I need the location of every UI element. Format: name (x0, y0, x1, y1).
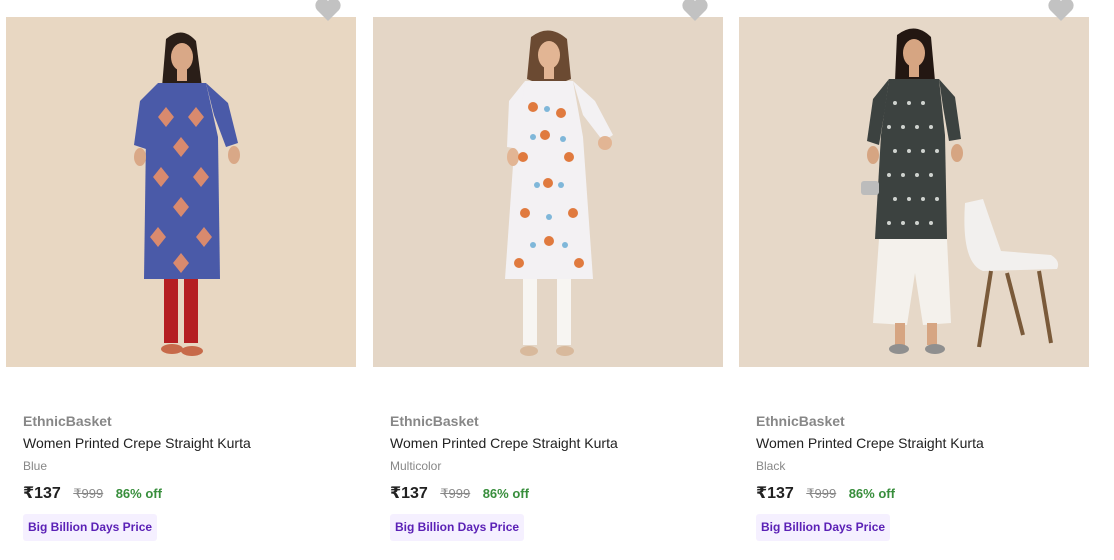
product-card[interactable]: EthnicBasket Women Printed Crepe Straigh… (6, 0, 356, 560)
original-price: ₹999 (440, 486, 471, 501)
price-row: ₹137 ₹999 86% off (756, 483, 1076, 505)
discount-percent: 86% off (482, 486, 529, 501)
product-color: Black (756, 459, 786, 473)
product-image[interactable] (739, 17, 1089, 367)
original-price: ₹999 (806, 486, 837, 501)
offer-badge: Big Billion Days Price (390, 514, 525, 541)
product-card[interactable]: EthnicBasket Women Printed Crepe Straigh… (739, 0, 1089, 560)
discount-percent: 86% off (115, 486, 162, 501)
product-brand: EthnicBasket (756, 413, 845, 429)
product-image[interactable] (6, 17, 356, 367)
offer-badge: Big Billion Days Price (756, 514, 891, 541)
selling-price: ₹137 (390, 485, 428, 502)
selling-price: ₹137 (23, 485, 61, 502)
product-info: EthnicBasket Women Printed Crepe Straigh… (390, 412, 710, 541)
price-row: ₹137 ₹999 86% off (23, 483, 343, 505)
product-color: Multicolor (390, 459, 442, 473)
selling-price: ₹137 (756, 485, 794, 502)
product-title[interactable]: Women Printed Crepe Straight Kurta (390, 434, 710, 453)
product-brand: EthnicBasket (390, 413, 479, 429)
original-price: ₹999 (73, 486, 104, 501)
discount-percent: 86% off (848, 486, 895, 501)
wishlist-heart-icon[interactable] (1047, 0, 1075, 22)
wishlist-heart-icon[interactable] (681, 0, 709, 22)
price-row: ₹137 ₹999 86% off (390, 483, 710, 505)
product-title[interactable]: Women Printed Crepe Straight Kurta (756, 434, 1076, 453)
product-image[interactable] (373, 17, 723, 367)
product-info: EthnicBasket Women Printed Crepe Straigh… (23, 412, 343, 541)
offer-badge: Big Billion Days Price (23, 514, 158, 541)
product-title[interactable]: Women Printed Crepe Straight Kurta (23, 434, 343, 453)
product-card[interactable]: EthnicBasket Women Printed Crepe Straigh… (373, 0, 723, 560)
product-brand: EthnicBasket (23, 413, 112, 429)
product-info: EthnicBasket Women Printed Crepe Straigh… (756, 412, 1076, 541)
wishlist-heart-icon[interactable] (314, 0, 342, 22)
product-color: Blue (23, 459, 48, 473)
